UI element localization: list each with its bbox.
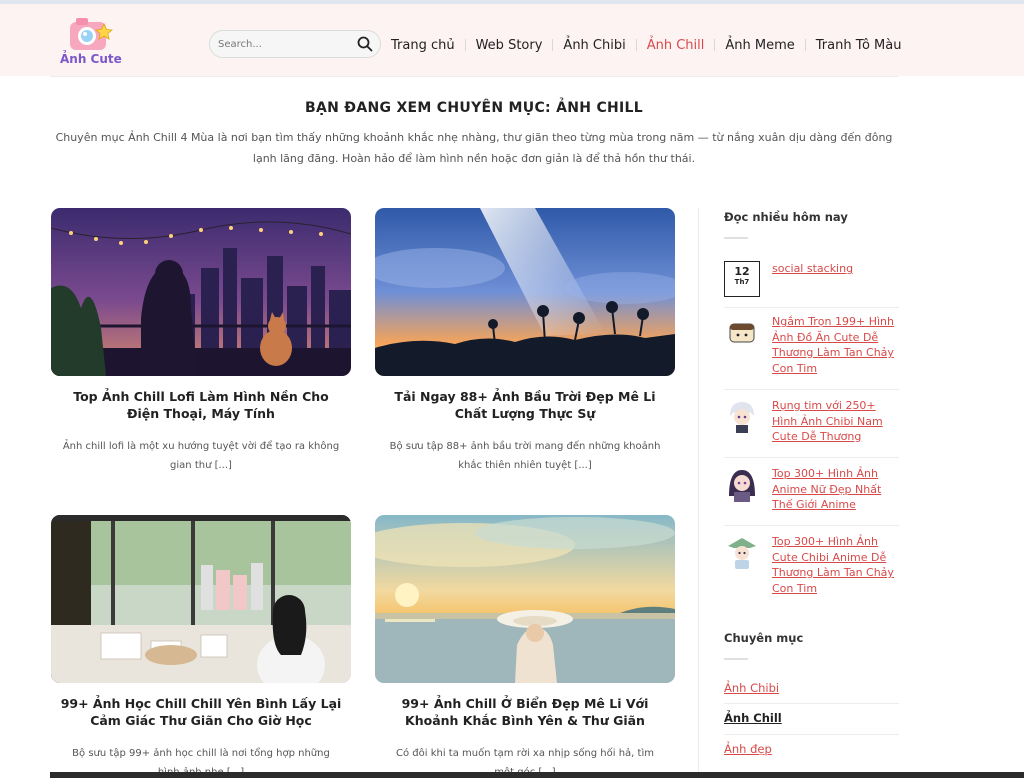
search-button[interactable] <box>356 35 374 53</box>
page-title: BẠN ĐANG XEM CHUYÊN MỤC: ẢNH CHILL <box>305 100 643 116</box>
popular-item[interactable]: Top 300+ Hình Ảnh Anime Nữ Đẹp Nhất Thế … <box>724 466 899 514</box>
header-divider <box>50 76 898 77</box>
search-input[interactable] <box>218 35 353 53</box>
popular-item[interactable]: Rụng tim với 250+ Hình Ảnh Chibi Nam Cut… <box>724 398 899 446</box>
nav-separator <box>552 39 554 51</box>
study-room-image <box>51 515 351 683</box>
nav-item-web-story[interactable]: Web Story <box>476 38 543 53</box>
post-thumbnail-beach[interactable] <box>375 515 675 683</box>
post-title[interactable]: Top Ảnh Chill Lofi Làm Hình Nền Cho Điện… <box>51 388 351 422</box>
beach-sunset-image <box>375 515 675 683</box>
sidebar-item-divider <box>724 307 899 308</box>
nav-item-anh-chibi[interactable]: Ảnh Chibi <box>563 38 625 53</box>
heading-underline <box>724 658 748 660</box>
main-nav: Trang chủ Web Story Ảnh Chibi Ảnh Chill … <box>391 36 901 54</box>
popular-item[interactable]: Top 300+ Hình Ảnh Cute Chibi Anime Dễ Th… <box>724 534 899 596</box>
post-title[interactable]: Tải Ngay 88+ Ảnh Bầu Trời Đẹp Mê Li Chất… <box>375 388 675 422</box>
post-card: 99+ Ảnh Học Chill Chill Yên Bình Lấy Lại… <box>51 515 351 778</box>
category-link-anh-chibi[interactable]: Ảnh Chibi <box>724 681 779 695</box>
nav-item-home[interactable]: Trang chủ <box>391 38 455 53</box>
cute-chibi-thumbnail-icon <box>724 534 760 570</box>
popular-heading: Đọc nhiều hôm nay <box>724 210 848 224</box>
post-excerpt: Bộ sưu tập 88+ ảnh bầu trời mang đến nhữ… <box>389 441 661 471</box>
categories-heading: Chuyên mục <box>724 631 804 645</box>
heading-underline <box>724 237 748 239</box>
post-excerpt: Ảnh chill lofi là một xu hướng tuyệt vời… <box>62 441 340 471</box>
post-title[interactable]: 99+ Ảnh Chill Ở Biển Đẹp Mê Li Với Khoản… <box>375 695 675 729</box>
nav-separator <box>714 39 716 51</box>
post-title[interactable]: 99+ Ảnh Học Chill Chill Yên Bình Lấy Lại… <box>51 695 351 729</box>
popular-item-title[interactable]: Ngắm Trọn 199+ Hình Ảnh Đồ Ăn Cute Dễ Th… <box>772 314 899 376</box>
post-card: Top Ảnh Chill Lofi Làm Hình Nền Cho Điện… <box>51 208 351 475</box>
popular-item-title[interactable]: Rụng tim với 250+ Hình Ảnh Chibi Nam Cut… <box>772 398 899 445</box>
post-card: Tải Ngay 88+ Ảnh Bầu Trời Đẹp Mê Li Chất… <box>375 208 675 475</box>
post-thumbnail-lofi[interactable] <box>51 208 351 376</box>
post-thumbnail-study[interactable] <box>51 515 351 683</box>
sunset-sky-image <box>375 208 675 376</box>
anime-girl-thumbnail-icon <box>724 466 760 502</box>
popular-item-title[interactable]: social stacking <box>772 261 899 277</box>
category-link-anh-dep[interactable]: Ảnh đẹp <box>724 742 772 756</box>
date-badge: 12 Th7 <box>724 261 760 297</box>
lofi-night-city-image <box>51 208 351 376</box>
popular-item-title[interactable]: Top 300+ Hình Ảnh Anime Nữ Đẹp Nhất Thế … <box>772 466 899 513</box>
popular-item-title[interactable]: Top 300+ Hình Ảnh Cute Chibi Anime Dễ Th… <box>772 534 899 596</box>
logo-text: Ảnh Cute <box>60 52 122 66</box>
category-link-anh-chill[interactable]: Ảnh Chill <box>724 711 782 725</box>
nav-item-tranh-to-mau[interactable]: Tranh Tô Màu <box>816 38 902 53</box>
nav-separator <box>464 39 466 51</box>
nav-item-anh-meme[interactable]: Ảnh Meme <box>725 38 794 53</box>
category-divider <box>724 703 899 704</box>
search-box <box>209 30 381 58</box>
post-card: 99+ Ảnh Chill Ở Biển Đẹp Mê Li Với Khoản… <box>375 515 675 778</box>
site-logo[interactable]: Ảnh Cute <box>60 14 122 70</box>
chibi-boy-thumbnail-icon <box>724 398 760 434</box>
post-thumbnail-sky[interactable] <box>375 208 675 376</box>
category-divider <box>724 734 899 735</box>
date-day: 12 <box>734 265 750 278</box>
search-icon <box>357 36 373 52</box>
popular-item[interactable]: 12 Th7 social stacking <box>724 261 899 299</box>
camera-logo-icon <box>70 18 113 50</box>
sidebar-item-divider <box>724 525 899 526</box>
nav-separator <box>804 39 806 51</box>
nav-separator <box>635 39 637 51</box>
sidebar-item-divider <box>724 389 899 390</box>
popular-item[interactable]: Ngắm Trọn 199+ Hình Ảnh Đồ Ăn Cute Dễ Th… <box>724 314 899 378</box>
bottom-scrollbar[interactable] <box>50 772 1024 778</box>
nav-item-anh-chill[interactable]: Ảnh Chill <box>647 38 705 53</box>
category-description: Chuyên mục Ảnh Chill 4 Mùa là nơi bạn tì… <box>55 131 893 165</box>
sidebar-divider <box>698 208 699 778</box>
sidebar-item-divider <box>724 457 899 458</box>
site-header: Ảnh Cute Trang chủ Web Story Ảnh Chibi Ả… <box>0 4 1024 76</box>
date-month: Th7 <box>734 278 750 286</box>
food-cute-thumbnail-icon <box>724 314 760 350</box>
